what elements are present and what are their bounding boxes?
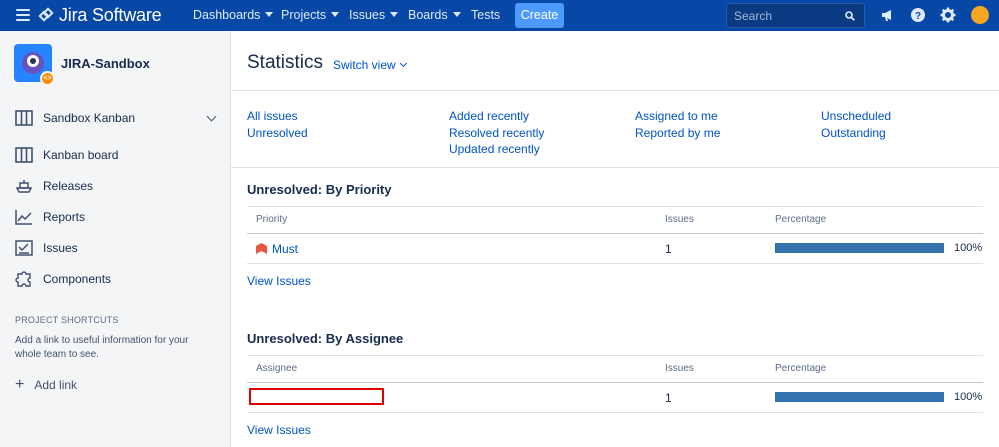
jira-logo[interactable]: Jira Software xyxy=(38,5,162,26)
filter-resolved-recently[interactable]: Resolved recently xyxy=(449,125,544,142)
table-border xyxy=(247,355,983,356)
sidebar-item-label: Releases xyxy=(43,179,94,193)
jira-mark-icon xyxy=(38,6,54,23)
sidebar-item-kanban-board[interactable]: Kanban board xyxy=(15,145,220,165)
board-icon xyxy=(15,110,33,126)
nav-boards[interactable]: Boards xyxy=(408,8,461,22)
filter-added-recently[interactable]: Added recently xyxy=(449,108,544,125)
help-icon[interactable]: ? xyxy=(910,7,926,23)
view-issues-link[interactable]: View Issues xyxy=(247,423,311,437)
filter-unresolved[interactable]: Unresolved xyxy=(247,125,308,142)
plus-icon: + xyxy=(15,376,25,393)
chevron-down-icon xyxy=(331,12,340,17)
add-link-label: Add link xyxy=(34,378,78,392)
priority-link-must[interactable]: Must xyxy=(272,242,298,256)
chevron-down-icon xyxy=(390,12,399,17)
percentage-bar xyxy=(775,392,944,402)
gear-icon[interactable] xyxy=(940,7,956,23)
column-header-priority: Priority xyxy=(256,214,288,225)
filter-updated-recently[interactable]: Updated recently xyxy=(449,141,544,158)
sidebar-item-components[interactable]: Components xyxy=(15,269,220,289)
divider xyxy=(231,90,999,91)
statistics-page: Statistics Switch view All issues Unreso… xyxy=(231,31,999,447)
section-heading-assignee: Unresolved: By Assignee xyxy=(247,331,404,346)
nav-dashboards[interactable]: Dashboards xyxy=(193,8,274,22)
table-border xyxy=(247,382,983,383)
shortcuts-description: Add a link to useful information for you… xyxy=(15,335,189,360)
issues-icon xyxy=(15,240,33,256)
project-name[interactable]: JIRA-Sandbox xyxy=(61,56,150,71)
project-code-badge-icon: <> xyxy=(40,71,55,86)
chevron-down-icon xyxy=(452,12,461,17)
megaphone-icon[interactable] xyxy=(880,7,896,23)
redacted-assignee-highlight xyxy=(249,388,384,405)
chevron-down-icon xyxy=(399,59,407,68)
issue-count: 1 xyxy=(665,391,672,405)
column-header-issues: Issues xyxy=(665,214,694,225)
filter-group: Added recently Resolved recently Updated… xyxy=(449,108,544,158)
view-issues-link[interactable]: View Issues xyxy=(247,274,311,288)
shortcuts-heading: PROJECT SHORTCUTS xyxy=(15,315,119,325)
nav-issues[interactable]: Issues xyxy=(349,8,399,22)
sidebar-item-label: Reports xyxy=(43,210,86,224)
percentage-value: 100% xyxy=(954,242,983,254)
percentage-bar xyxy=(775,243,944,253)
add-link-button[interactable]: + Add link xyxy=(15,376,77,394)
sidebar-item-issues[interactable]: Issues xyxy=(15,238,220,258)
table-border xyxy=(247,206,983,207)
search-placeholder: Search xyxy=(734,9,773,23)
filter-all-issues[interactable]: All issues xyxy=(247,108,308,125)
puzzle-icon xyxy=(15,271,31,287)
issue-count: 1 xyxy=(665,242,672,256)
sidebar-item-label: Issues xyxy=(43,241,78,255)
sidebar-item-label: Components xyxy=(43,272,112,286)
filter-group: All issues Unresolved xyxy=(247,108,308,141)
filter-outstanding[interactable]: Outstanding xyxy=(821,125,891,142)
switch-view-dropdown[interactable]: Switch view xyxy=(333,58,407,72)
filter-reported-by-me[interactable]: Reported by me xyxy=(635,125,720,142)
top-navigation: Jira Software Dashboards Projects Issues… xyxy=(0,0,999,31)
board-selector[interactable]: Sandbox Kanban xyxy=(15,108,220,128)
filter-unscheduled[interactable]: Unscheduled xyxy=(821,108,891,125)
create-button[interactable]: Create xyxy=(515,3,564,28)
column-header-percentage: Percentage xyxy=(775,214,827,225)
filter-group: Unscheduled Outstanding xyxy=(821,108,891,141)
priority-must-icon xyxy=(256,243,267,254)
board-selector-label: Sandbox Kanban xyxy=(43,111,136,125)
column-header-assignee: Assignee xyxy=(256,363,298,374)
sidebar-item-releases[interactable]: Releases xyxy=(15,176,220,196)
search-icon[interactable] xyxy=(845,11,855,21)
table-border xyxy=(247,233,983,234)
brand-name: Jira Software xyxy=(59,5,162,25)
nav-tests[interactable]: Tests xyxy=(471,8,500,22)
chart-icon xyxy=(15,210,32,225)
board-icon xyxy=(15,147,33,163)
avatar[interactable] xyxy=(971,6,989,24)
page-title: Statistics xyxy=(247,52,324,73)
table-row: Must xyxy=(256,242,298,256)
ship-icon xyxy=(15,180,33,193)
table-border xyxy=(247,263,983,264)
divider xyxy=(231,167,999,168)
percentage-value: 100% xyxy=(954,391,983,403)
menu-icon[interactable] xyxy=(16,9,30,22)
column-header-issues: Issues xyxy=(665,363,694,374)
chevron-down-icon xyxy=(206,111,217,122)
sidebar-item-label: Kanban board xyxy=(43,148,119,162)
filter-assigned-to-me[interactable]: Assigned to me xyxy=(635,108,720,125)
search-input[interactable]: Search xyxy=(726,3,865,28)
project-sidebar: <> JIRA-Sandbox Sandbox Kanban Kanban bo… xyxy=(0,31,231,447)
column-header-percentage: Percentage xyxy=(775,363,827,374)
chevron-down-icon xyxy=(265,12,274,17)
nav-projects[interactable]: Projects xyxy=(281,8,340,22)
svg-text:?: ? xyxy=(915,11,921,22)
filter-group: Assigned to me Reported by me xyxy=(635,108,720,141)
sidebar-item-reports[interactable]: Reports xyxy=(15,207,220,227)
section-heading-priority: Unresolved: By Priority xyxy=(247,182,392,197)
table-border xyxy=(247,412,983,413)
